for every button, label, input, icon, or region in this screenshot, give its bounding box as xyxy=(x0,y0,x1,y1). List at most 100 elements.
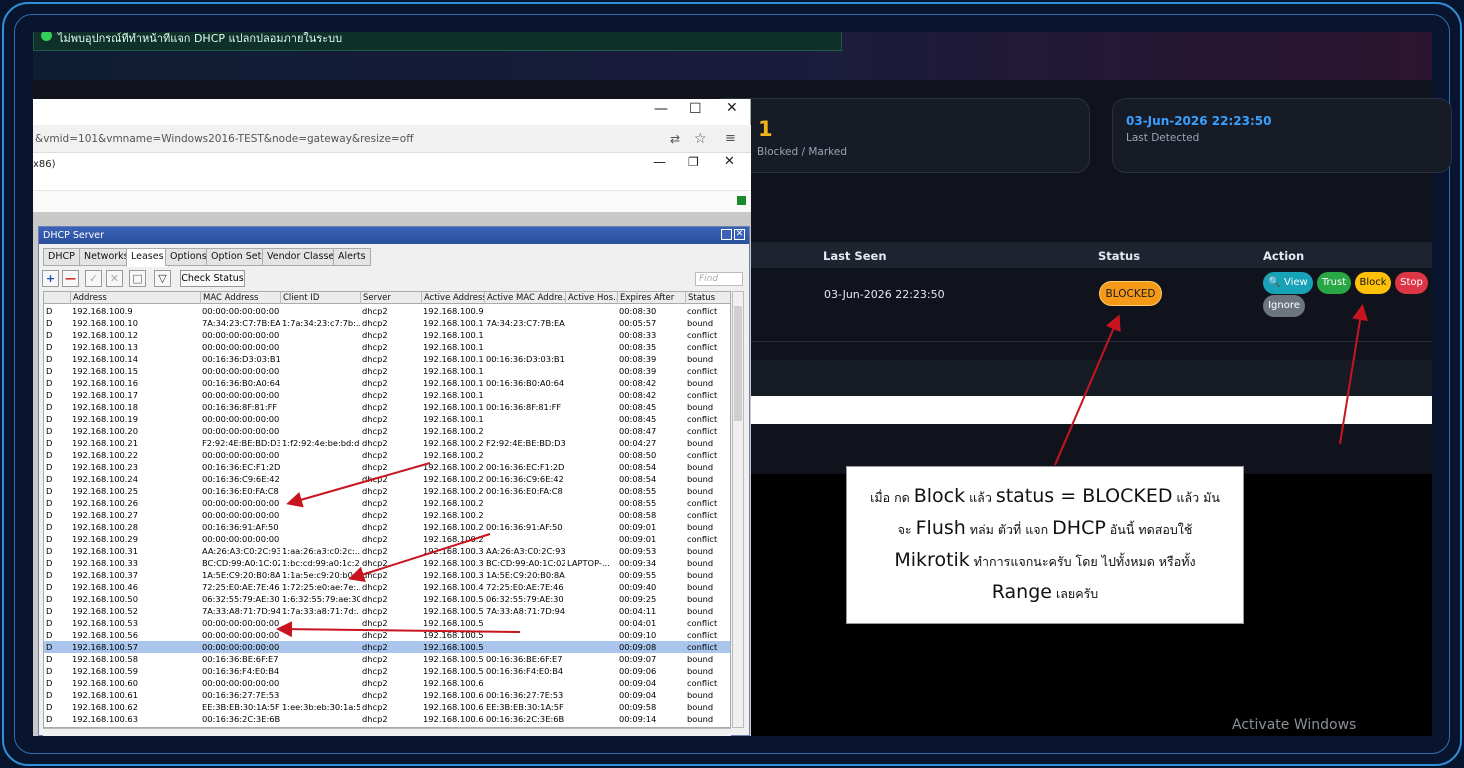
lease-cell-address: 192.168.100.14 xyxy=(72,354,138,364)
lease-row[interactable]: D 192.168.100.63 00:16:36:2C:3E:6B dhcp2 192… xyxy=(44,713,730,725)
col-mac[interactable]: MAC Address xyxy=(200,292,280,304)
enable-icon[interactable]: ✓ xyxy=(85,270,102,287)
disable-icon[interactable]: ✕ xyxy=(106,270,123,287)
lease-cell-status: conflict xyxy=(687,618,718,628)
add-icon[interactable]: + xyxy=(42,270,59,287)
tab-dhcp[interactable]: DHCP xyxy=(43,248,80,266)
lease-row[interactable]: D 192.168.100.50 06:32:55:79:AE:30 1:6:32:5… xyxy=(44,593,730,605)
lease-cell-status: bound xyxy=(687,654,714,664)
lease-cell-mac: EE:3B:EB:30:1A:5F xyxy=(202,702,280,712)
lease-row[interactable]: D 192.168.100.61 00:16:36:27:7E:53 dhcp2 192… xyxy=(44,689,730,701)
vertical-scrollbar[interactable] xyxy=(732,291,744,728)
tab-options[interactable]: Options xyxy=(165,248,212,266)
minimize-icon[interactable]: — xyxy=(654,101,668,117)
lease-row[interactable]: D 192.168.100.52 7A:33:A8:71:7D:94 1:7a:33:… xyxy=(44,605,730,617)
lease-row[interactable]: D 192.168.100.26 00:00:00:00:00:00 dhcp2 192… xyxy=(44,497,730,509)
lease-row[interactable]: D 192.168.100.24 00:16:36:C9:6E:42 dhcp2 192… xyxy=(44,473,730,485)
lease-cell-expires: 00:09:53 xyxy=(619,546,657,556)
col-client-id[interactable]: Client ID xyxy=(280,292,360,304)
lease-row[interactable]: D 192.168.100.22 00:00:00:00:00:00 dhcp2 192… xyxy=(44,449,730,461)
lease-row[interactable]: D 192.168.100.25 00:16:36:E0:FA:C8 dhcp2 192… xyxy=(44,485,730,497)
lease-row[interactable]: D 192.168.100.14 00:16:36:D3:03:B1 dhcp2 192… xyxy=(44,353,730,365)
lease-cell-mac: 00:16:36:8F:81:FF xyxy=(202,402,278,412)
lease-row[interactable]: D 192.168.100.33 BC:CD:99:A0:1C:02 1:bc:cd:… xyxy=(44,557,730,569)
lease-row[interactable]: D 192.168.100.21 F2:92:4E:BE:BD:D3 1:f2:92:… xyxy=(44,437,730,449)
col-active-host[interactable]: Active Hos... xyxy=(565,292,617,304)
lease-row[interactable]: D 192.168.100.37 1A:5E:C9:20:B0:8A 1:1a:5e:… xyxy=(44,569,730,581)
vm-minimize-icon[interactable]: — xyxy=(653,155,666,170)
dialog-maximize-icon[interactable] xyxy=(721,229,732,240)
vm-close-icon[interactable]: ✕ xyxy=(724,154,735,169)
lease-row[interactable]: D 192.168.100.59 00:16:36:F4:E0:B4 dhcp2 192… xyxy=(44,665,730,677)
lease-cell-flag: D xyxy=(46,486,53,496)
lease-cell-active-address: 192.168.100.52 xyxy=(423,606,484,616)
lease-row[interactable]: D 192.168.100.10 7A:34:23:C7:7B:EA 1:7a:34:… xyxy=(44,317,730,329)
tab-alerts[interactable]: Alerts xyxy=(333,248,371,266)
lease-cell-active-mac: BC:CD:99:A0:1C:02 xyxy=(486,558,565,568)
lease-row[interactable]: D 192.168.100.60 00:00:00:00:00:00 dhcp2 192… xyxy=(44,677,730,689)
comment-icon[interactable]: □ xyxy=(129,270,146,287)
translate-icon[interactable]: ⇄ xyxy=(670,125,680,153)
col-expires[interactable]: Expires After xyxy=(617,292,685,304)
remove-icon[interactable]: — xyxy=(62,270,79,287)
find-input[interactable]: Find xyxy=(695,272,743,286)
lease-cell-active-address: 192.168.100.27 xyxy=(423,510,484,520)
lease-row[interactable]: D 192.168.100.20 00:00:00:00:00:00 dhcp2 192… xyxy=(44,425,730,437)
lease-row[interactable]: D 192.168.100.46 72:25:E0:AE:7E:46 1:72:25:… xyxy=(44,581,730,593)
horizontal-scrollbar[interactable] xyxy=(43,728,731,736)
lease-row[interactable]: D 192.168.100.18 00:16:36:8F:81:FF dhcp2 192… xyxy=(44,401,730,413)
maximize-icon[interactable]: ☐ xyxy=(689,101,702,117)
col-status[interactable]: Status xyxy=(685,292,730,304)
trust-button[interactable]: Trust xyxy=(1317,272,1351,294)
vm-restore-icon[interactable]: ❐ xyxy=(688,155,699,169)
menu-icon[interactable]: ≡ xyxy=(725,125,736,153)
lease-row[interactable]: D 192.168.100.27 00:00:00:00:00:00 dhcp2 192… xyxy=(44,509,730,521)
lease-cell-status: bound xyxy=(687,546,714,556)
lease-cell-active-address: 192.168.100.15 xyxy=(423,366,484,376)
lease-row[interactable]: D 192.168.100.56 00:00:00:00:00:00 dhcp2 192… xyxy=(44,629,730,641)
lease-cell-address: 192.168.100.28 xyxy=(72,522,138,532)
lease-cell-mac: 00:00:00:00:00:00 xyxy=(202,642,280,652)
filter-icon[interactable]: ▽ xyxy=(154,270,171,287)
scroll-thumb[interactable] xyxy=(734,306,742,421)
lease-row[interactable]: D 192.168.100.12 00:00:00:00:00:00 dhcp2 192… xyxy=(44,329,730,341)
lease-row[interactable]: D 192.168.100.23 00:16:36:EC:F1:2D dhcp2 192… xyxy=(44,461,730,473)
ignore-button[interactable]: Ignore xyxy=(1263,295,1305,317)
lease-cell-client-id: 1:7a:33:a8:71:7d:... xyxy=(282,606,360,616)
check-status-button[interactable]: Check Status xyxy=(180,270,245,287)
lease-row[interactable]: D 192.168.100.9 00:00:00:00:00:00 dhcp2 192.… xyxy=(44,305,730,317)
col-active-mac[interactable]: Active MAC Addre... xyxy=(484,292,565,304)
lease-cell-server: dhcp2 xyxy=(362,390,388,400)
lease-cell-active-address: 192.168.100.62 xyxy=(423,702,484,712)
lease-cell-active-mac: 7A:33:A8:71:7D:94 xyxy=(486,606,565,616)
lease-cell-active-mac: 00:16:36:E0:FA:C8 xyxy=(486,486,563,496)
lease-cell-flag: D xyxy=(46,438,53,448)
lease-row[interactable]: D 192.168.100.19 00:00:00:00:00:00 dhcp2 192… xyxy=(44,413,730,425)
lease-row[interactable]: D 192.168.100.62 EE:3B:EB:30:1A:5F 1:ee:3b:… xyxy=(44,701,730,713)
lease-row[interactable]: D 192.168.100.28 00:16:36:91:AF:50 dhcp2 192… xyxy=(44,521,730,533)
close-icon[interactable]: ✕ xyxy=(726,100,738,116)
lease-row[interactable]: D 192.168.100.58 00:16:36:BE:6F:E7 dhcp2 192… xyxy=(44,653,730,665)
address-bar[interactable]: &vmid=101&vmname=Windows2016-TEST&node=g… xyxy=(33,125,751,153)
lease-row[interactable]: D 192.168.100.53 00:00:00:00:00:00 dhcp2 192… xyxy=(44,617,730,629)
lease-row[interactable]: D 192.168.100.57 00:00:00:00:00:00 dhcp2 192… xyxy=(44,641,730,653)
lease-cell-active-address: 192.168.100.60 xyxy=(423,678,484,688)
lease-row[interactable]: D 192.168.100.16 00:16:36:B0:A0:64 dhcp2 192… xyxy=(44,377,730,389)
dialog-close-icon[interactable]: ✕ xyxy=(734,229,745,240)
block-button[interactable]: Block xyxy=(1355,272,1391,294)
blocked-count-label: Blocked / Marked xyxy=(757,146,848,158)
col-server[interactable]: Server xyxy=(360,292,421,304)
stop-button[interactable]: Stop xyxy=(1395,272,1428,294)
lease-row[interactable]: D 192.168.100.15 00:00:00:00:00:00 dhcp2 192… xyxy=(44,365,730,377)
col-address[interactable]: Address xyxy=(70,292,200,304)
lease-row[interactable]: D 192.168.100.17 00:00:00:00:00:00 dhcp2 192… xyxy=(44,389,730,401)
tab-leases[interactable]: Leases xyxy=(126,248,169,267)
lease-cell-mac: 00:00:00:00:00:00 xyxy=(202,630,280,640)
lease-row[interactable]: D 192.168.100.29 00:00:00:00:00:00 dhcp2 192… xyxy=(44,533,730,545)
lease-row[interactable]: D 192.168.100.13 00:00:00:00:00:00 dhcp2 192… xyxy=(44,341,730,353)
tab-vendor-classes[interactable]: Vendor Classes xyxy=(262,248,345,266)
lease-row[interactable]: D 192.168.100.31 AA:26:A3:C0:2C:93 1:aa:26:… xyxy=(44,545,730,557)
col-active-address[interactable]: Active Address xyxy=(421,292,484,304)
star-icon[interactable]: ☆ xyxy=(694,125,707,153)
view-button[interactable]: 🔍 View xyxy=(1263,272,1313,294)
